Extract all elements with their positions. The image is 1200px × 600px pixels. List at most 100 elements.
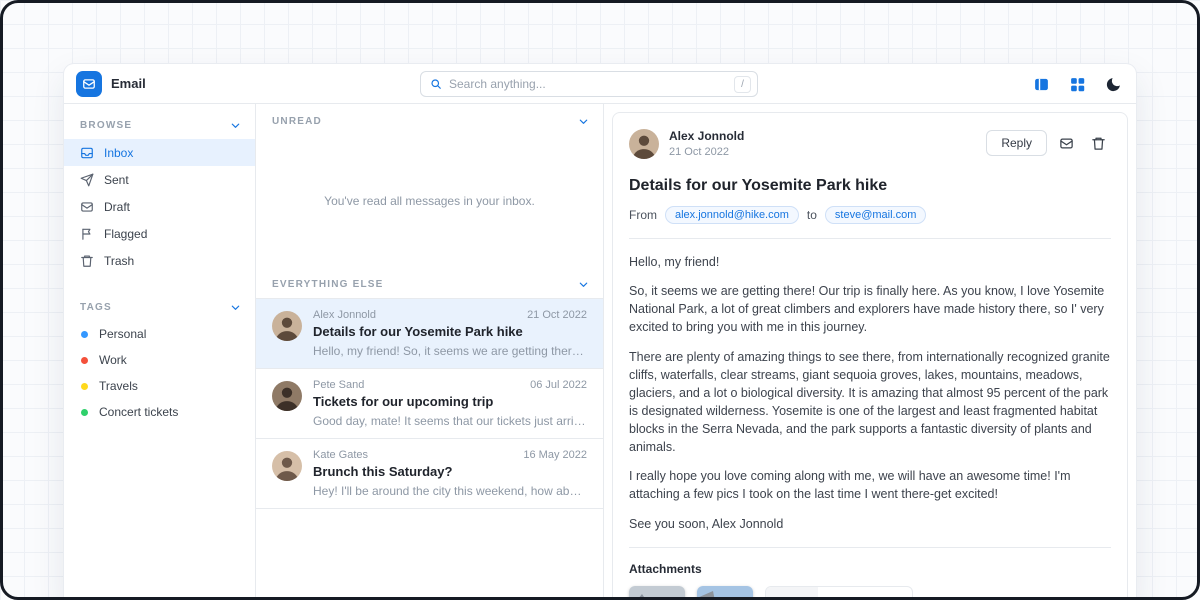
search-shortcut-badge: / bbox=[734, 76, 751, 93]
avatar bbox=[272, 311, 302, 341]
dark-mode-toggle[interactable] bbox=[1100, 71, 1126, 97]
delete-button[interactable] bbox=[1085, 130, 1111, 156]
tag-label: Travels bbox=[99, 379, 138, 393]
attachments-heading: Attachments bbox=[629, 562, 1111, 576]
app-title: Email bbox=[111, 76, 146, 91]
everything-else-label: EVERYTHING ELSE bbox=[272, 279, 384, 290]
flag-icon bbox=[80, 227, 94, 241]
detail-date: 21 Oct 2022 bbox=[669, 146, 744, 158]
email-date: 06 Jul 2022 bbox=[530, 379, 587, 391]
tags-label: TAGS bbox=[80, 302, 112, 313]
sidebar-item-label: Inbox bbox=[104, 146, 133, 160]
attachment-file-name: videos-hike.zip bbox=[828, 596, 902, 600]
sidebar-item-label: Flagged bbox=[104, 227, 147, 241]
sidebar-item-label: Draft bbox=[104, 200, 130, 214]
body-paragraph: See you soon, Alex Jonnold bbox=[629, 515, 1111, 533]
grid-icon bbox=[1069, 76, 1086, 93]
inbox-icon bbox=[80, 146, 94, 160]
trash-icon bbox=[80, 254, 94, 268]
attachment-file-card[interactable]: videos-hike.zip 100 MB bbox=[765, 586, 913, 600]
envelope-icon bbox=[1059, 136, 1074, 151]
tags-section: TAGS Personal Work Travels bbox=[64, 290, 255, 425]
detail-sender-name: Alex Jonnold bbox=[669, 129, 744, 143]
email-subject: Brunch this Saturday? bbox=[313, 464, 587, 479]
detail-header: Alex Jonnold 21 Oct 2022 Reply bbox=[629, 127, 1111, 159]
tag-dot bbox=[81, 383, 88, 390]
everything-else-section-header[interactable]: EVERYTHING ELSE bbox=[256, 267, 603, 298]
email-sender: Kate Gates bbox=[313, 449, 368, 461]
app-header: Email / bbox=[64, 64, 1136, 104]
app-content: BROWSE Inbox Sent bbox=[64, 104, 1136, 599]
apps-grid-button[interactable] bbox=[1064, 71, 1090, 97]
from-email-chip[interactable]: alex.jonnold@hike.com bbox=[665, 206, 799, 224]
attachment-photo-1[interactable] bbox=[629, 586, 685, 600]
attachments-row: videos-hike.zip 100 MB bbox=[629, 586, 1111, 600]
avatar bbox=[272, 381, 302, 411]
mark-unread-button[interactable] bbox=[1053, 130, 1079, 156]
chevron-down-icon bbox=[230, 302, 241, 313]
search-box[interactable]: / bbox=[420, 71, 758, 97]
message-list-column: UNREAD You've read all messages in your … bbox=[256, 104, 604, 599]
sidebar-item-flagged[interactable]: Flagged bbox=[64, 220, 255, 247]
to-label: to bbox=[807, 208, 817, 222]
tag-item-work[interactable]: Work bbox=[64, 347, 255, 373]
detail-from-row: From alex.jonnold@hike.com to steve@mail… bbox=[629, 206, 1111, 224]
email-body: Hello, my friend! So, it seems we are ge… bbox=[629, 253, 1111, 533]
search-input[interactable] bbox=[449, 77, 727, 91]
sidebar-item-trash[interactable]: Trash bbox=[64, 247, 255, 274]
tag-item-travels[interactable]: Travels bbox=[64, 373, 255, 399]
draft-icon bbox=[80, 200, 94, 214]
tag-label: Concert tickets bbox=[99, 405, 178, 419]
email-subject: Details for our Yosemite Park hike bbox=[313, 324, 587, 339]
chevron-down-icon bbox=[578, 116, 589, 127]
email-date: 16 May 2022 bbox=[523, 449, 587, 461]
body-paragraph: Hello, my friend! bbox=[629, 253, 1111, 271]
unread-label: UNREAD bbox=[272, 116, 322, 127]
tag-dot bbox=[81, 357, 88, 364]
detail-subject: Details for our Yosemite Park hike bbox=[629, 177, 1111, 195]
tag-label: Personal bbox=[99, 327, 146, 341]
sidebar-item-inbox[interactable]: Inbox bbox=[64, 139, 255, 166]
sidebar-item-label: Sent bbox=[104, 173, 129, 187]
email-detail-panel: Alex Jonnold 21 Oct 2022 Reply bbox=[612, 112, 1128, 600]
sidebar: BROWSE Inbox Sent bbox=[64, 104, 256, 599]
email-logo-icon bbox=[76, 71, 102, 97]
email-app-window: Email / bbox=[64, 64, 1136, 600]
chevron-down-icon bbox=[230, 120, 241, 131]
body-paragraph: I really hope you love coming along with… bbox=[629, 467, 1111, 503]
unread-section-header[interactable]: UNREAD bbox=[256, 104, 603, 135]
detail-actions: Reply bbox=[986, 130, 1111, 156]
email-date: 21 Oct 2022 bbox=[527, 309, 587, 321]
to-email-chip[interactable]: steve@mail.com bbox=[825, 206, 926, 224]
email-sender: Pete Sand bbox=[313, 379, 364, 391]
chevron-down-icon bbox=[578, 279, 589, 290]
sidebar-item-draft[interactable]: Draft bbox=[64, 193, 255, 220]
email-list-item-2[interactable]: Pete Sand 06 Jul 2022 Tickets for our up… bbox=[256, 368, 603, 438]
email-detail-column: Alex Jonnold 21 Oct 2022 Reply bbox=[604, 104, 1136, 599]
tag-item-concert-tickets[interactable]: Concert tickets bbox=[64, 399, 255, 425]
email-list-item-1[interactable]: Alex Jonnold 21 Oct 2022 Details for our… bbox=[256, 298, 603, 368]
tags-section-header[interactable]: TAGS bbox=[64, 290, 255, 321]
trash-icon bbox=[1091, 136, 1106, 151]
sidebar-item-sent[interactable]: Sent bbox=[64, 166, 255, 193]
panel-layout-icon bbox=[1033, 76, 1050, 93]
search-icon bbox=[430, 78, 442, 90]
email-list-item-3[interactable]: Kate Gates 16 May 2022 Brunch this Satur… bbox=[256, 438, 603, 509]
tag-label: Work bbox=[99, 353, 127, 367]
header-actions bbox=[1028, 71, 1126, 97]
app-brand: Email bbox=[76, 71, 146, 97]
divider bbox=[629, 238, 1111, 239]
tag-item-personal[interactable]: Personal bbox=[64, 321, 255, 347]
email-sender: Alex Jonnold bbox=[313, 309, 376, 321]
desktop-background: Email / bbox=[0, 0, 1200, 600]
tag-dot bbox=[81, 331, 88, 338]
email-preview: Hello, my friend! So, it seems we are ge… bbox=[313, 344, 587, 358]
browse-section-header[interactable]: BROWSE bbox=[64, 108, 255, 139]
layout-toggle-button[interactable] bbox=[1028, 71, 1054, 97]
avatar bbox=[629, 129, 659, 159]
reply-button[interactable]: Reply bbox=[986, 130, 1047, 156]
email-preview: Hey! I'll be around the city this weeken… bbox=[313, 484, 587, 498]
attachment-photo-2[interactable] bbox=[697, 586, 753, 600]
moon-icon bbox=[1105, 76, 1122, 93]
from-label: From bbox=[629, 208, 657, 222]
